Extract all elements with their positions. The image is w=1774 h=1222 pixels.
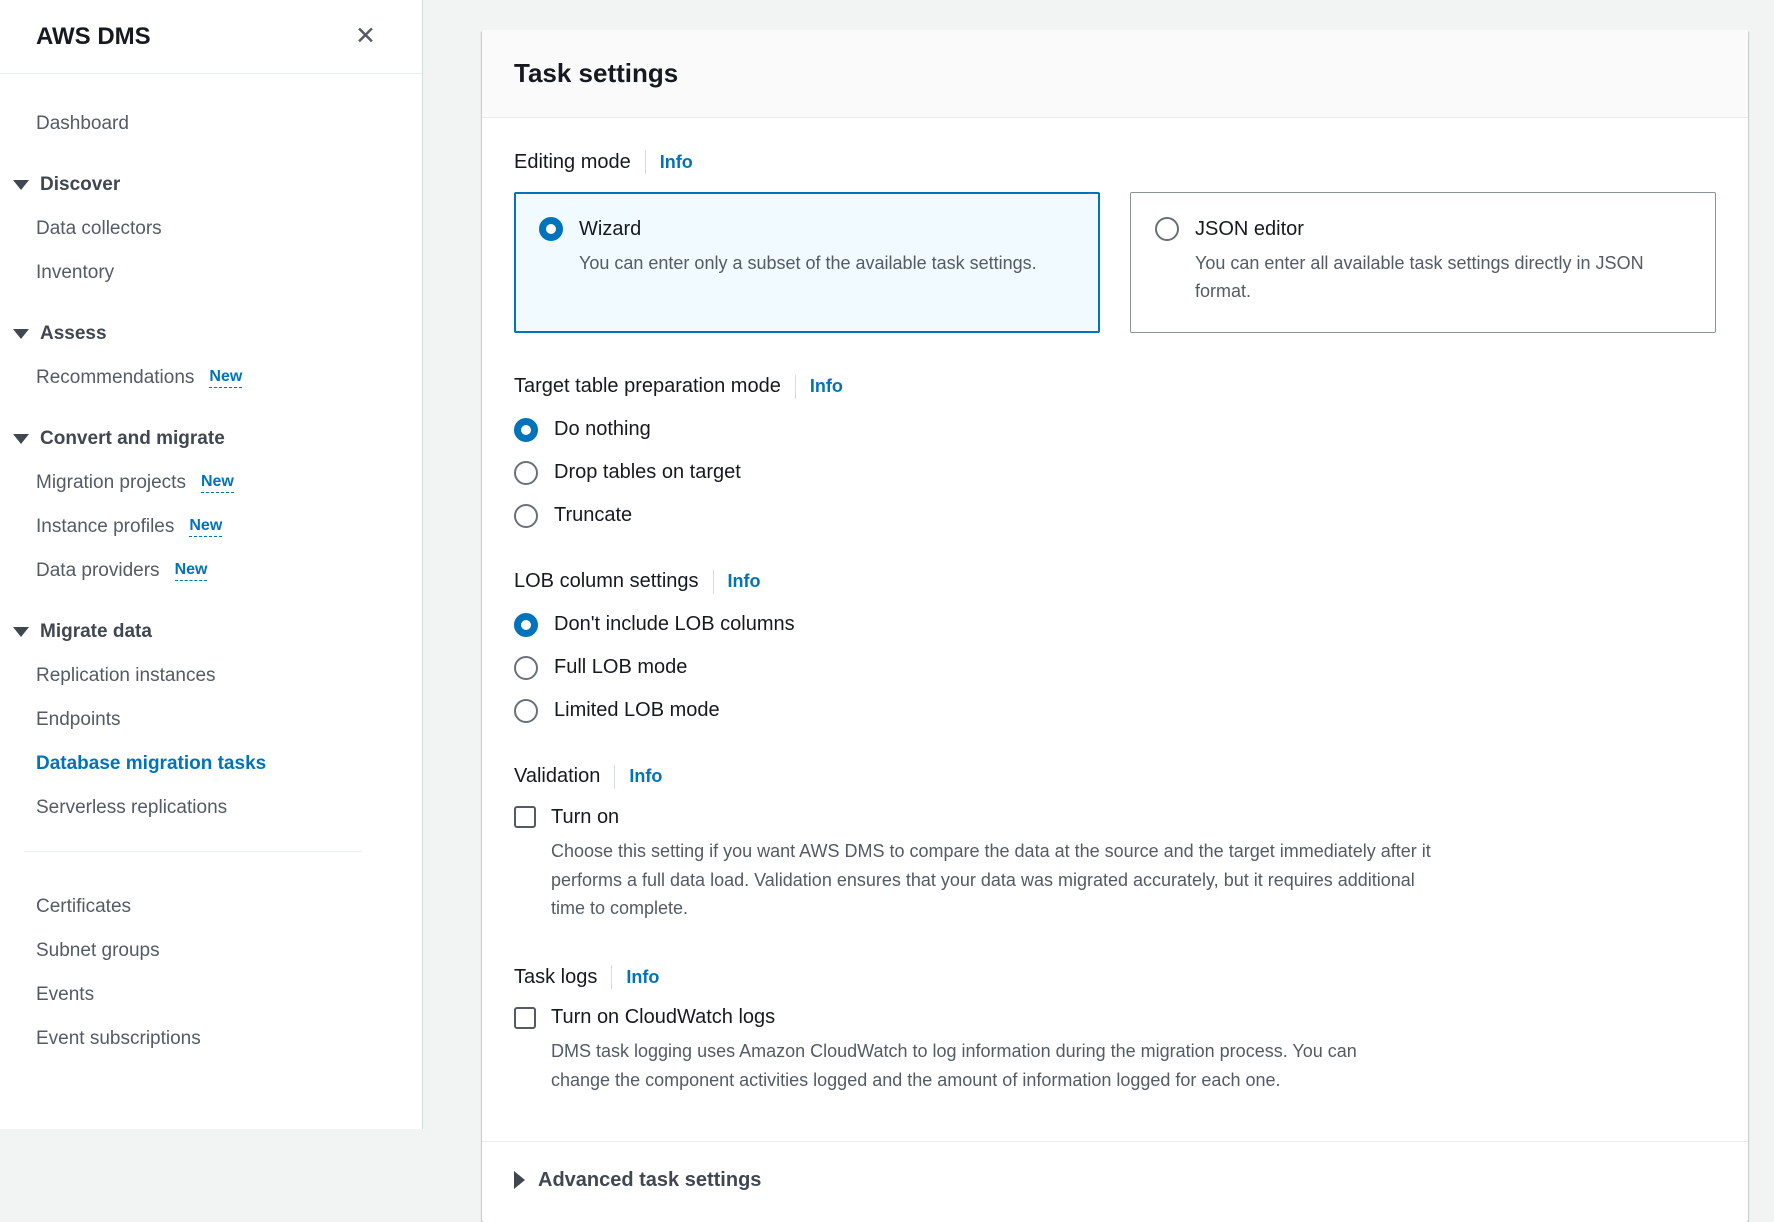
dont-include-lob-radio[interactable] <box>514 613 538 637</box>
target-table-preparation-field: Target table preparation mode Info Do no… <box>514 375 1716 528</box>
truncate-radio[interactable] <box>514 504 538 528</box>
validation-checkbox[interactable] <box>514 806 536 828</box>
sidebar-item-recommendations[interactable]: Recommendations New <box>0 356 422 400</box>
json-editor-tile-head: JSON editor <box>1155 217 1691 241</box>
sidebar-item-data-collectors[interactable]: Data collectors <box>0 207 422 251</box>
sidebar-nav: Dashboard Discover Data collectors Inven… <box>0 74 422 1061</box>
drop-tables-radio[interactable] <box>514 461 538 485</box>
do-nothing-radio[interactable] <box>514 418 538 442</box>
json-editor-tile[interactable]: JSON editor You can enter all available … <box>1130 192 1716 333</box>
editing-mode-tiles: Wizard You can enter only a subset of th… <box>514 192 1716 333</box>
advanced-task-settings-label: Advanced task settings <box>538 1169 761 1192</box>
task-logs-info-link[interactable]: Info <box>626 967 659 988</box>
new-badge[interactable]: New <box>175 561 208 581</box>
new-badge[interactable]: New <box>189 517 222 537</box>
wizard-tile[interactable]: Wizard You can enter only a subset of th… <box>514 192 1100 333</box>
radio-option-dont-include-lob-columns[interactable]: Don't include LOB columns <box>514 613 1716 637</box>
task-settings-card: Task settings Editing mode Info Wizard <box>482 30 1748 1222</box>
full-lob-mode-radio[interactable] <box>514 656 538 680</box>
sidebar-title: AWS DMS <box>36 23 151 51</box>
task-logs-header: Task logs Info <box>514 965 1716 989</box>
label-separator <box>645 150 646 174</box>
task-logs-label: Task logs <box>514 966 597 989</box>
card-body: Editing mode Info Wizard You can enter o… <box>482 118 1748 1141</box>
sidebar-item-migration-projects[interactable]: Migration projects New <box>0 461 422 505</box>
cloudwatch-logs-row[interactable]: Turn on CloudWatch logs <box>514 1006 1716 1029</box>
sidebar-item-endpoints[interactable]: Endpoints <box>0 698 422 742</box>
validation-turn-on-row[interactable]: Turn on <box>514 806 1716 829</box>
validation-info-link[interactable]: Info <box>629 766 662 787</box>
wizard-tile-head: Wizard <box>539 217 1075 241</box>
card-header: Task settings <box>482 30 1748 118</box>
main-content: Task settings Editing mode Info Wizard <box>424 0 1774 1129</box>
sidebar-item-data-providers[interactable]: Data providers New <box>0 549 422 593</box>
wizard-title: Wizard <box>579 218 641 241</box>
wizard-radio[interactable] <box>539 217 563 241</box>
lob-column-settings-field: LOB column settings Info Don't include L… <box>514 570 1716 723</box>
sidebar-item-database-migration-tasks[interactable]: Database migration tasks <box>0 742 422 786</box>
lob-settings-header: LOB column settings Info <box>514 570 1716 594</box>
editing-mode-field: Editing mode Info Wizard You can enter o… <box>514 150 1716 333</box>
radio-option-truncate[interactable]: Truncate <box>514 504 1716 528</box>
radio-option-drop-tables-on-target[interactable]: Drop tables on target <box>514 461 1716 485</box>
radio-option-full-lob-mode[interactable]: Full LOB mode <box>514 656 1716 680</box>
sidebar-item-dashboard[interactable]: Dashboard <box>0 102 422 146</box>
target-table-header: Target table preparation mode Info <box>514 375 1716 399</box>
validation-header: Validation Info <box>514 765 1716 789</box>
validation-description: Choose this setting if you want AWS DMS … <box>551 837 1431 923</box>
sidebar-item-certificates[interactable]: Certificates <box>0 885 422 929</box>
radio-option-limited-lob-mode[interactable]: Limited LOB mode <box>514 699 1716 723</box>
sidebar-item-events[interactable]: Events <box>0 973 422 1017</box>
caret-down-icon <box>13 180 29 190</box>
label-separator <box>611 965 612 989</box>
label-separator <box>795 375 796 399</box>
sidebar-header: AWS DMS ✕ <box>0 0 422 73</box>
sidebar-item-event-subscriptions[interactable]: Event subscriptions <box>0 1017 422 1061</box>
caret-down-icon <box>13 627 29 637</box>
task-logs-description: DMS task logging uses Amazon CloudWatch … <box>551 1037 1391 1095</box>
label-separator <box>713 570 714 594</box>
lob-settings-label: LOB column settings <box>514 570 699 593</box>
editing-mode-label: Editing mode <box>514 151 631 174</box>
close-icon[interactable]: ✕ <box>353 22 378 51</box>
validation-label: Validation <box>514 765 600 788</box>
editing-mode-header: Editing mode Info <box>514 150 1716 174</box>
target-table-info-link[interactable]: Info <box>810 376 843 397</box>
new-badge[interactable]: New <box>209 368 242 388</box>
sidebar-section-discover[interactable]: Discover <box>0 163 422 207</box>
json-editor-radio[interactable] <box>1155 217 1179 241</box>
sidebar-item-instance-profiles[interactable]: Instance profiles New <box>0 505 422 549</box>
wizard-description: You can enter only a subset of the avail… <box>579 250 1075 278</box>
sidebar-item-replication-instances[interactable]: Replication instances <box>0 654 422 698</box>
advanced-task-settings-toggle[interactable]: Advanced task settings <box>482 1141 1748 1222</box>
sidebar-rule <box>24 851 362 852</box>
page-title: Task settings <box>514 58 1716 89</box>
json-editor-description: You can enter all available task setting… <box>1195 250 1691 306</box>
sidebar-item-inventory[interactable]: Inventory <box>0 251 422 295</box>
lob-settings-info-link[interactable]: Info <box>728 571 761 592</box>
validation-field: Validation Info Turn on Choose this sett… <box>514 765 1716 923</box>
sidebar-item-serverless-replications[interactable]: Serverless replications <box>0 786 422 830</box>
sidebar-section-migrate-data[interactable]: Migrate data <box>0 610 422 654</box>
sidebar-item-subnet-groups[interactable]: Subnet groups <box>0 929 422 973</box>
new-badge[interactable]: New <box>201 473 234 493</box>
json-editor-title: JSON editor <box>1195 218 1304 241</box>
sidebar-section-convert-and-migrate[interactable]: Convert and migrate <box>0 417 422 461</box>
caret-down-icon <box>13 434 29 444</box>
limited-lob-mode-radio[interactable] <box>514 699 538 723</box>
task-logs-field: Task logs Info Turn on CloudWatch logs D… <box>514 965 1716 1095</box>
caret-down-icon <box>13 329 29 339</box>
label-separator <box>614 765 615 789</box>
cloudwatch-logs-checkbox[interactable] <box>514 1007 536 1029</box>
sidebar-section-assess[interactable]: Assess <box>0 312 422 356</box>
radio-option-do-nothing[interactable]: Do nothing <box>514 418 1716 442</box>
target-table-label: Target table preparation mode <box>514 375 781 398</box>
sidebar: AWS DMS ✕ Dashboard Discover Data collec… <box>0 0 423 1129</box>
caret-right-icon <box>514 1171 525 1189</box>
editing-mode-info-link[interactable]: Info <box>660 152 693 173</box>
